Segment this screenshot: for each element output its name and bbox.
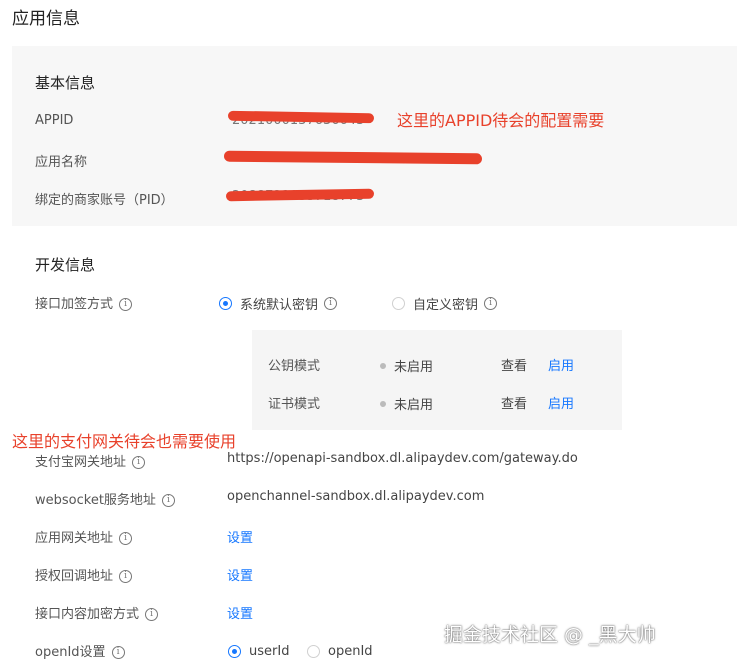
info-icon[interactable]: i	[161, 494, 175, 507]
basic-info-title: 基本信息	[35, 74, 96, 92]
radio-unselected-icon[interactable]	[307, 645, 320, 658]
radio-selected-icon[interactable]	[219, 297, 232, 310]
signing-option-system-key[interactable]: 系统默认密钥 i	[219, 293, 338, 313]
cert-mode-status-text: 未启用	[394, 398, 434, 413]
openid-setting-label: openId设置 i	[35, 641, 125, 660]
radio-unselected-icon[interactable]	[392, 297, 405, 310]
pid-label: 绑定的商家账号（PID）	[35, 193, 174, 208]
info-icon[interactable]: i	[119, 298, 133, 311]
app-gateway-label: 应用网关地址 i	[35, 527, 133, 546]
openid-option-openid[interactable]: openId	[307, 641, 373, 660]
public-key-mode-status: 未启用	[380, 355, 433, 375]
info-icon[interactable]: i	[111, 646, 125, 659]
info-icon[interactable]: i	[324, 297, 338, 310]
radio-selected-icon[interactable]	[228, 645, 241, 658]
content-encryption-set-link[interactable]: 设置	[227, 603, 253, 622]
websocket-address-label-text: websocket服务地址	[35, 493, 156, 508]
signing-option-system-key-label: 系统默认密钥	[240, 298, 319, 313]
signing-option-custom-key[interactable]: 自定义密钥 i	[392, 293, 498, 313]
alipay-gateway-value: https://openapi-sandbox.dl.alipaydev.com…	[227, 451, 578, 466]
auth-callback-label: 授权回调地址 i	[35, 565, 133, 584]
auth-callback-set-link[interactable]: 设置	[227, 565, 253, 584]
openid-setting-label-text: openId设置	[35, 645, 106, 660]
app-gateway-set-link[interactable]: 设置	[227, 527, 253, 546]
content-encryption-label: 接口内容加密方式 i	[35, 603, 159, 622]
auth-callback-label-text: 授权回调地址	[35, 569, 114, 584]
cert-enable-link[interactable]: 启用	[548, 393, 574, 412]
info-icon[interactable]: i	[145, 608, 159, 621]
cert-mode-status: 未启用	[380, 393, 433, 413]
info-icon[interactable]: i	[132, 456, 146, 469]
app-gateway-label-text: 应用网关地址	[35, 531, 114, 546]
cert-view-link[interactable]: 查看	[501, 393, 527, 412]
openid-option-userid[interactable]: userId	[228, 641, 289, 660]
appid-label: APPID	[35, 113, 74, 128]
status-dot-icon	[380, 362, 386, 369]
websocket-address-label: websocket服务地址 i	[35, 489, 175, 508]
public-key-mode-status-text: 未启用	[394, 360, 434, 375]
watermark: 掘金技术社区 @ _黑大帅	[444, 624, 656, 646]
key-modes-panel	[252, 330, 622, 430]
websocket-address-value: openchannel-sandbox.dl.alipaydev.com	[227, 489, 485, 504]
app-name-label: 应用名称	[35, 155, 88, 170]
annotation-appid-note: 这里的APPID待会的配置需要	[397, 111, 605, 130]
alipay-gateway-label-text: 支付宝网关地址	[35, 455, 127, 470]
annotation-gateway-note: 这里的支付网关待会也需要使用	[12, 432, 237, 451]
info-icon[interactable]: i	[119, 532, 133, 545]
alipay-gateway-label: 支付宝网关地址 i	[35, 451, 146, 470]
info-icon[interactable]: i	[119, 570, 133, 583]
public-key-enable-link[interactable]: 启用	[548, 355, 574, 374]
page-title: 应用信息	[12, 9, 80, 29]
signing-method-label-text: 接口加签方式	[35, 297, 114, 312]
public-key-view-link[interactable]: 查看	[501, 355, 527, 374]
openid-option-openid-label: openId	[328, 644, 373, 659]
status-dot-icon	[380, 400, 386, 407]
public-key-mode-label: 公钥模式	[268, 359, 321, 374]
cert-mode-label: 证书模式	[268, 397, 321, 412]
dev-info-title: 开发信息	[35, 256, 96, 274]
signing-option-custom-key-label: 自定义密钥	[413, 298, 479, 313]
info-icon[interactable]: i	[484, 297, 498, 310]
signing-method-label: 接口加签方式 i	[35, 293, 133, 312]
content-encryption-label-text: 接口内容加密方式	[35, 607, 140, 622]
openid-option-userid-label: userId	[249, 644, 290, 659]
